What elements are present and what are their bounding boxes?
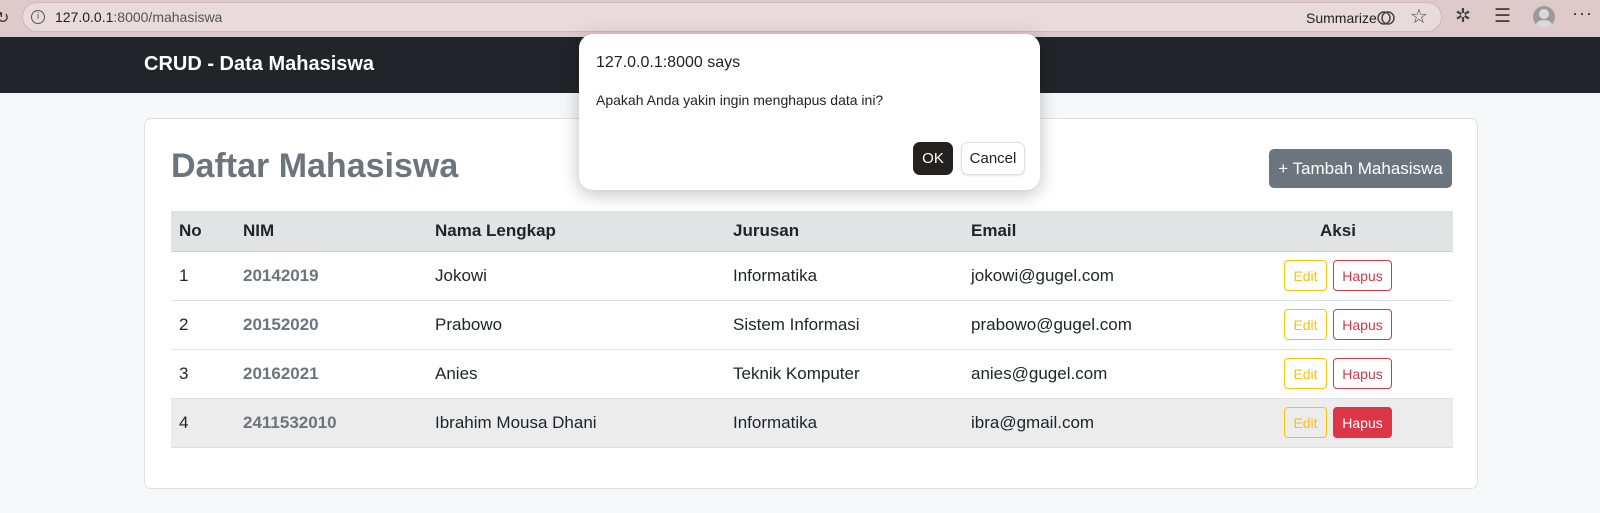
table-row: 1 20142019 Jokowi Informatika jokowi@gug… [171,251,1453,301]
cell-nim: 20162021 [235,349,427,399]
col-aksi: Aksi [1223,211,1453,252]
cell-jurusan: Informatika [725,398,963,448]
cell-aksi: Edit Hapus [1223,398,1453,448]
url-host: 127.0.0.1 [55,9,114,25]
summarize-button[interactable]: Summarize [1306,10,1377,26]
cell-jurusan: Teknik Komputer [725,349,963,399]
info-icon[interactable]: i [31,10,45,24]
delete-button[interactable]: Hapus [1333,358,1392,389]
cell-email: ibra@gmail.com [963,398,1223,448]
col-no: No [171,211,235,252]
cell-email: anies@gugel.com [963,349,1223,399]
cancel-button[interactable]: Cancel [961,142,1025,175]
browser-toolbar: ↻ i 127.0.0.1:8000/mahasiswa Summarize ☆… [0,0,1600,37]
col-jurusan: Jurusan [725,211,963,252]
edit-button[interactable]: Edit [1284,309,1327,340]
favorites-icon[interactable]: ☰ [1494,5,1511,28]
cell-nim: 2411532010 [235,398,427,448]
edit-button[interactable]: Edit [1284,260,1327,291]
add-student-button[interactable]: + Tambah Mahasiswa [1269,149,1452,188]
delete-button[interactable]: Hapus [1333,260,1392,291]
table-header-row: No NIM Nama Lengkap Jurusan Email Aksi [171,211,1453,252]
col-nama: Nama Lengkap [427,211,725,252]
confirm-dialog: 127.0.0.1:8000 says Apakah Anda yakin in… [579,34,1040,190]
cell-no: 2 [171,300,235,350]
extensions-icon[interactable]: ✲ [1455,5,1471,28]
table-row: 4 2411532010 Ibrahim Mousa Dhani Informa… [171,398,1453,448]
col-nim: NIM [235,211,427,252]
cell-nim: 20142019 [235,251,427,301]
dialog-message: Apakah Anda yakin ingin menghapus data i… [596,92,884,108]
cell-no: 3 [171,349,235,399]
delete-button[interactable]: Hapus [1333,309,1392,340]
cell-email: prabowo@gugel.com [963,300,1223,350]
reload-icon[interactable]: ↻ [0,8,9,28]
navbar-brand[interactable]: CRUD - Data Mahasiswa [144,53,374,76]
table-row: 2 20152020 Prabowo Sistem Informasi prab… [171,300,1453,350]
cell-jurusan: Sistem Informasi [725,300,963,350]
cell-jurusan: Informatika [725,251,963,301]
cell-nama: Prabowo [427,300,725,350]
cell-nama: Ibrahim Mousa Dhani [427,398,725,448]
delete-button[interactable]: Hapus [1333,407,1392,438]
edit-button[interactable]: Edit [1284,407,1327,438]
cell-email: jokowi@gugel.com [963,251,1223,301]
ok-button[interactable]: OK [913,142,953,175]
cell-nama: Jokowi [427,251,725,301]
url-path: :8000/mahasiswa [113,9,223,25]
summarize-icon[interactable] [1377,9,1395,27]
cell-aksi: Edit Hapus [1223,251,1453,301]
more-icon[interactable]: ··· [1572,3,1593,24]
col-email: Email [963,211,1223,252]
table-row: 3 20162021 Anies Teknik Komputer anies@g… [171,349,1453,399]
url-text[interactable]: 127.0.0.1:8000/mahasiswa [55,9,222,25]
dialog-origin: 127.0.0.1:8000 says [596,54,741,71]
address-bar[interactable]: i 127.0.0.1:8000/mahasiswa Summarize [22,2,1442,32]
cell-aksi: Edit Hapus [1223,300,1453,350]
cell-aksi: Edit Hapus [1223,349,1453,399]
cell-nim: 20152020 [235,300,427,350]
cell-no: 1 [171,251,235,301]
student-table: No NIM Nama Lengkap Jurusan Email Aksi 1… [171,211,1453,448]
cell-nama: Anies [427,349,725,399]
star-icon[interactable]: ☆ [1410,4,1428,29]
page-title: Daftar Mahasiswa [171,147,459,185]
edit-button[interactable]: Edit [1284,358,1327,389]
cell-no: 4 [171,398,235,448]
profile-avatar[interactable] [1533,6,1555,28]
